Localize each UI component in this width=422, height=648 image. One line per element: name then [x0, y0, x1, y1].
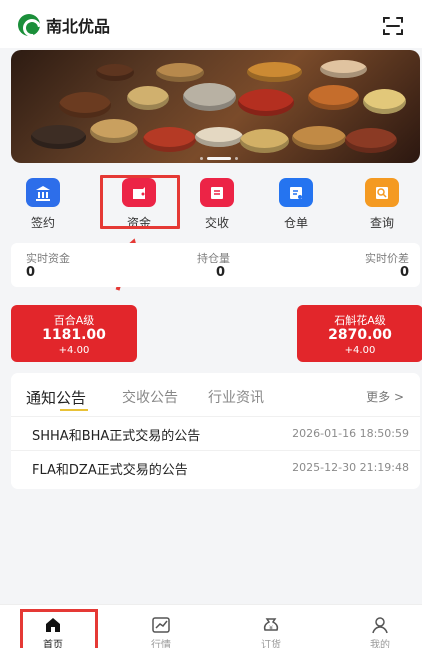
price-diff-label: 实时价差 [365, 252, 409, 265]
funds-highlight-box [100, 175, 180, 229]
price-card-name: 石斛花A级 [334, 314, 386, 327]
nav-market[interactable]: 行情 [123, 605, 199, 648]
price-card-shihuhua-a[interactable]: 石斛花A级 2870.00 +4.00 [297, 305, 422, 362]
quick-actions: 签约 资金 交收 仓单 查询 [0, 174, 422, 232]
quick-action-label: 查询 [369, 216, 394, 230]
account-stats: 实时资金 0 持仓量 0 实时价差 0 [11, 243, 420, 287]
quick-action-query[interactable]: 查询 [350, 174, 414, 232]
nav-order[interactable]: ¥ 订货 [233, 605, 309, 648]
brand-logo-icon [18, 14, 40, 36]
more-link[interactable]: 更多 > [366, 388, 404, 405]
chart-icon [152, 617, 170, 633]
price-card-name: 百合A级 [53, 314, 95, 327]
announcement-row[interactable]: FLA和DZA正式交易的公告 2025-12-30 21:19:48 [11, 450, 420, 484]
banner-pagination [200, 157, 238, 160]
announcement-title: SHHA和BHA正式交易的公告 [32, 429, 201, 444]
search-icon [365, 178, 399, 207]
position-value: 0 [216, 265, 226, 280]
quick-action-label: 签约 [30, 216, 55, 230]
price-card-value: 1181.00 [42, 327, 106, 343]
tab-notice[interactable]: 通知公告 [26, 387, 89, 411]
nav-label: 我的 [370, 640, 390, 648]
price-card-change: +4.00 [344, 345, 376, 356]
nav-label: 行情 [151, 640, 171, 648]
herb-banner-image[interactable] [11, 50, 420, 163]
quick-action-label: 交收 [204, 216, 229, 230]
realtime-funds-value: 0 [26, 265, 36, 280]
price-card-baihe-a[interactable]: 百合A级 1181.00 +4.00 [11, 305, 137, 362]
profile-icon [372, 617, 388, 634]
bank-icon [26, 178, 60, 207]
home-highlight-box [20, 609, 98, 648]
quick-action-settlement[interactable]: 交收 [185, 174, 249, 232]
app-title: 南北优品 [46, 17, 111, 36]
position-label: 持仓量 [197, 252, 230, 265]
list-icon [200, 178, 234, 207]
svg-text:¥: ¥ [269, 625, 273, 632]
scan-icon[interactable] [382, 15, 404, 37]
announcement-row[interactable]: SHHA和BHA正式交易的公告 2026-01-16 18:50:59 [11, 416, 420, 450]
announcement-time: 2026-01-16 18:50:59 [292, 427, 409, 440]
price-card-change: +4.00 [58, 345, 90, 356]
quick-action-signing[interactable]: 签约 [11, 174, 75, 232]
quick-action-label: 仓单 [283, 216, 308, 230]
app-screen: 南北优品 签约 资金 交收 仓单 查询 实时资金 0 持仓量 0 实时价差 0 … [0, 0, 422, 648]
nav-profile[interactable]: 我的 [342, 605, 418, 648]
announcement-title: FLA和DZA正式交易的公告 [32, 463, 188, 478]
price-diff-value: 0 [399, 265, 409, 280]
order-icon: ¥ [263, 618, 279, 632]
nav-label: 订货 [261, 640, 281, 648]
price-card-value: 2870.00 [328, 327, 392, 343]
tab-industry-news[interactable]: 行业资讯 [208, 387, 264, 407]
app-header: 南北优品 [0, 0, 422, 48]
warehouse-receipt-icon [279, 178, 313, 207]
quick-action-warehouse-receipt[interactable]: 仓单 [264, 174, 328, 232]
announcement-card: 通知公告 交收公告 行业资讯 更多 > SHHA和BHA正式交易的公告 2026… [11, 373, 420, 489]
realtime-funds-label: 实时资金 [26, 252, 70, 265]
tab-settlement-announcement[interactable]: 交收公告 [122, 387, 178, 407]
announcement-time: 2025-12-30 21:19:48 [292, 461, 409, 474]
